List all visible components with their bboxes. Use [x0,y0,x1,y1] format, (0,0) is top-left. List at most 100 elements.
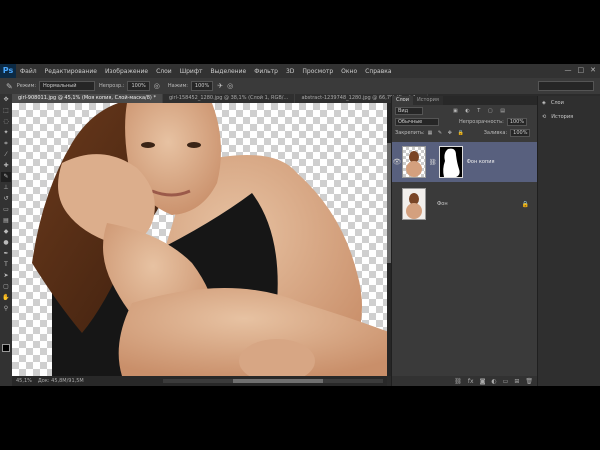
doc-tab-active[interactable]: girl-908011.jpg @ 45,1% (Моя копия, Слой… [12,94,163,103]
dock-history[interactable]: ⟲ История [538,110,600,124]
flow-label: Нажим: [167,83,188,89]
lasso-tool-icon[interactable]: ◌ [1,117,11,127]
filter-icons[interactable]: ▣ ◐ T ▢ ▤ [453,108,508,114]
menu-layers[interactable]: Слои [156,68,172,75]
fill-label: Заливка: [483,129,508,136]
lock-icon: 🔒 [521,200,529,208]
options-bar: ✎ Режим: Нормальный Непрозр.: 100% ◎ Наж… [0,78,600,94]
blend-mode-select[interactable]: Обычные [395,117,439,126]
layer-opacity-field[interactable]: 100% [506,117,528,126]
brush-preset-icon[interactable]: ✎ [6,82,13,91]
left-eye-shape [141,142,155,148]
dodge-tool-icon[interactable]: ● [1,238,11,248]
history-brush-tool-icon[interactable]: ↺ [1,194,11,204]
layer-name[interactable]: Фон копия [467,159,495,165]
photoshop-window: Ps Файл Редактирование Изображение Слои … [0,64,600,386]
lock-label: Закрепить: [395,129,425,136]
chain-icon[interactable]: ⛓ [429,159,437,166]
opacity-label: Непрозр.: [99,83,125,89]
layers-panel-footer: ⛓ fx ◙ ◐ ▭ ⊞ 🗑 [392,376,537,386]
quick-select-tool-icon[interactable]: ✦ [1,128,11,138]
brush-tool-icon[interactable]: ✎ [1,172,11,182]
menu-view[interactable]: Просмотр [302,68,333,75]
mode-label: Режим: [16,83,37,89]
fill-field[interactable]: 100% [510,128,531,137]
layers-icon: ◈ [542,100,546,106]
menu-3d[interactable]: 3D [286,68,294,75]
minimize-icon[interactable]: — [565,66,572,74]
tab-history[interactable]: История [413,96,443,105]
layer-filter-select[interactable]: Вид [395,106,423,115]
adjustment-icon[interactable]: ◐ [491,378,496,385]
zoom-level[interactable]: 45,1% [16,378,32,384]
eyedropper-tool-icon[interactable]: ⁄ [1,150,11,160]
pressure-opacity-icon[interactable]: ◎ [154,82,160,90]
stamp-tool-icon[interactable]: ⊥ [1,183,11,193]
dock-layers[interactable]: ◈ Слои [538,96,600,110]
menu-bar: Ps Файл Редактирование Изображение Слои … [0,64,600,78]
menu-edit[interactable]: Редактирование [45,68,97,75]
horizontal-scrollbar[interactable] [163,379,383,383]
folder-icon[interactable]: ▭ [503,378,509,385]
crop-tool-icon[interactable]: ⌗ [1,139,11,149]
link-icon[interactable]: ⛓ [454,378,462,385]
status-bar: 45,1% Док: 45,8M/91,5M [12,376,387,386]
flow-field[interactable]: 100% [190,81,214,91]
dock-history-label: История [551,114,574,120]
layer-mask-thumbnail[interactable] [438,146,463,178]
menu-file[interactable]: Файл [20,68,37,75]
foreground-color-swatch[interactable] [2,344,10,352]
menu-select[interactable]: Выделение [210,68,246,75]
doc-tab[interactable]: girl-158452_1280.jpg @ 38,1% (Слой 1, RG… [162,94,296,103]
mask-icon[interactable]: ◙ [480,378,486,385]
layers-panel: Слои История Вид ▣ ◐ T ▢ ▤ Обычные Непро… [391,96,537,386]
close-icon[interactable]: ✕ [590,66,596,74]
layer-row-selected[interactable]: 👁 ⛓ Фон копия [392,142,537,182]
airbrush-icon[interactable]: ✈ [217,82,223,90]
tab-layers[interactable]: Слои [392,96,413,105]
maximize-icon[interactable]: □ [578,66,585,74]
pen-tool-icon[interactable]: ✒ [1,249,11,259]
menu-window[interactable]: Окно [341,68,357,75]
path-select-tool-icon[interactable]: ➤ [1,271,11,281]
app-logo: Ps [0,64,16,78]
layer-thumbnail [402,188,426,220]
type-tool-icon[interactable]: T [1,260,11,270]
tools-panel: ✥ ⬚ ◌ ✦ ⌗ ⁄ ✚ ✎ ⊥ ↺ ▭ ▤ ◆ ● ✒ T ➤ ▢ ✋ ⚲ [0,94,13,386]
workspace-select[interactable] [538,81,594,91]
blur-tool-icon[interactable]: ◆ [1,227,11,237]
trash-icon[interactable]: 🗑 [525,378,533,385]
move-tool-icon[interactable]: ✥ [1,95,11,105]
layer-row[interactable]: Фон 🔒 [392,184,537,224]
layer-name[interactable]: Фон [437,201,448,207]
mode-select[interactable]: Нормальный [39,81,96,91]
fx-icon[interactable]: fx [468,378,474,385]
eraser-tool-icon[interactable]: ▭ [1,205,11,215]
menu-help[interactable]: Справка [365,68,391,75]
opacity-label: Непрозрачность: [459,118,504,125]
new-layer-icon[interactable]: ⊞ [514,378,519,385]
gradient-tool-icon[interactable]: ▤ [1,216,11,226]
layer-thumbnail [402,146,426,178]
document-tabs: girl-908011.jpg @ 45,1% (Моя копия, Слой… [12,94,429,103]
document-size: Док: 45,8M/91,5M [37,378,84,384]
horizontal-scroll-thumb[interactable] [233,379,323,383]
hand-tool-icon[interactable]: ✋ [1,293,11,303]
menu-image[interactable]: Изображение [105,68,148,75]
history-icon: ⟲ [542,114,547,120]
opacity-field[interactable]: 100% [127,81,150,91]
visibility-eye-icon[interactable]: 👁 [392,158,402,166]
document-canvas[interactable] [12,103,387,376]
photo-cutout [32,103,387,376]
menu-filter[interactable]: Фильтр [254,68,278,75]
right-eye-shape [187,142,201,148]
zoom-tool-icon[interactable]: ⚲ [1,304,11,314]
lock-icons[interactable]: ▦ ✎ ✥ 🔒 [428,130,466,136]
healing-tool-icon[interactable]: ✚ [1,161,11,171]
shape-tool-icon[interactable]: ▢ [1,282,11,292]
dock-layers-label: Слои [550,100,564,106]
pressure-size-icon[interactable]: ◎ [227,82,233,90]
panel-dock: ◈ Слои ⟲ История [537,96,600,386]
marquee-tool-icon[interactable]: ⬚ [1,106,11,116]
menu-type[interactable]: Шрифт [180,68,203,75]
